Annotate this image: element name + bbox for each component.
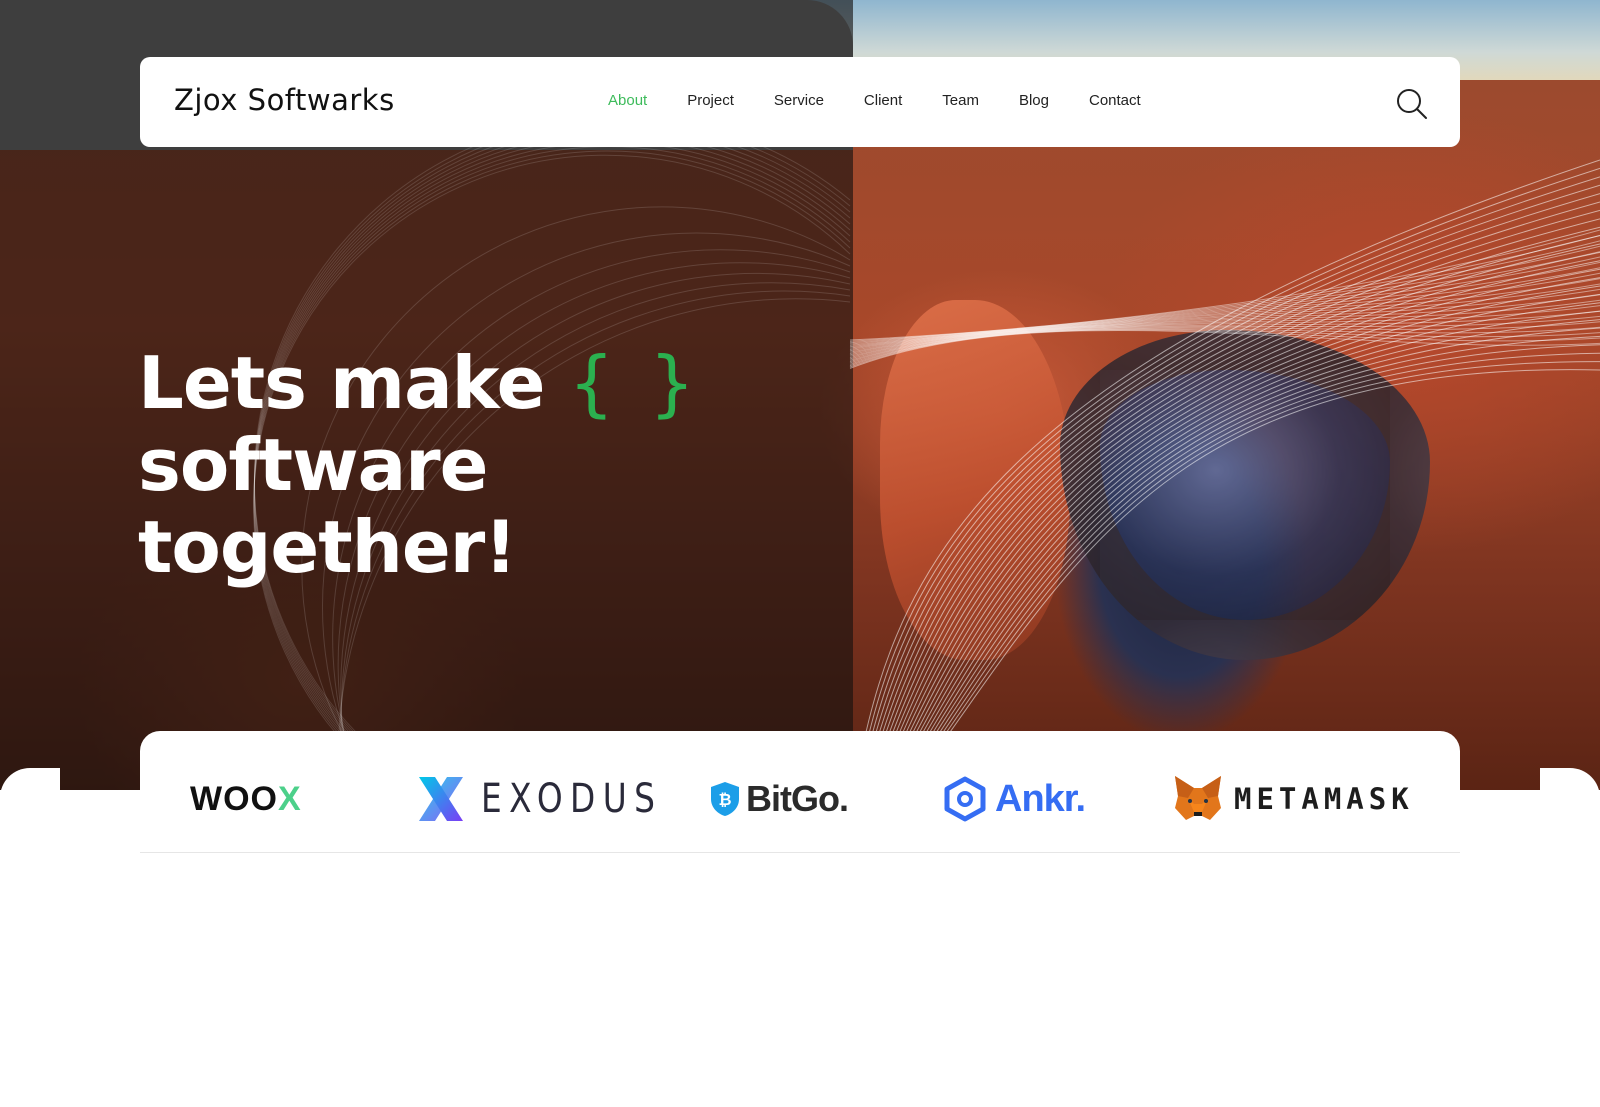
search-icon[interactable] bbox=[1395, 87, 1429, 121]
wave-line bbox=[915, 327, 1600, 761]
bitgo-shield-icon: ₿ bbox=[711, 782, 739, 816]
top-navbar: Zjox Softwarks About Project Service Cli… bbox=[140, 57, 1460, 147]
woox-logo-text: WOOX bbox=[190, 780, 302, 819]
svg-text:₿: ₿ bbox=[718, 790, 731, 809]
exodus-logo[interactable]: EXODUS bbox=[415, 771, 702, 827]
hero-headline-line2: software together! bbox=[138, 423, 517, 589]
wave-line bbox=[904, 293, 1600, 761]
woox-logo-accent: X bbox=[277, 779, 302, 818]
wave-line bbox=[898, 277, 1600, 761]
ankr-hex-icon bbox=[944, 776, 986, 822]
wave-line bbox=[876, 209, 1600, 761]
nav-item-client[interactable]: Client bbox=[864, 92, 902, 109]
bitgo-logo[interactable]: ₿ BitGo. bbox=[710, 771, 849, 827]
nav-item-contact[interactable]: Contact bbox=[1089, 92, 1141, 109]
metamask-fox-icon bbox=[1175, 776, 1221, 820]
hero-headline-line1: Lets make bbox=[138, 341, 545, 425]
nav-item-team[interactable]: Team bbox=[942, 92, 979, 109]
nav-item-blog[interactable]: Blog bbox=[1019, 92, 1049, 109]
nav-item-service[interactable]: Service bbox=[774, 92, 824, 109]
woox-logo-main: WOO bbox=[190, 779, 278, 818]
wave-line bbox=[873, 201, 1600, 761]
bitgo-logo-text: BitGo. bbox=[746, 778, 849, 819]
hero-headline: Lets make { } software together! bbox=[138, 342, 858, 588]
partner-logos-strip: WOOX EXODUS ₿ BitGo. Ankr. METAMASK bbox=[140, 731, 1460, 853]
wave-line bbox=[849, 321, 1600, 364]
nav-item-about[interactable]: About bbox=[608, 92, 647, 109]
brand-logo[interactable]: Zjox Softwarks bbox=[174, 83, 395, 117]
hero-braces: { } bbox=[568, 341, 702, 425]
metamask-logo[interactable]: METAMASK bbox=[1172, 771, 1414, 827]
nav-item-project[interactable]: Project bbox=[687, 92, 734, 109]
woox-logo[interactable]: WOOX bbox=[190, 771, 302, 827]
wave-line bbox=[909, 310, 1600, 761]
ankr-logo[interactable]: Ankr. bbox=[943, 771, 1086, 827]
exodus-x-icon bbox=[419, 777, 463, 821]
wave-line bbox=[849, 283, 1600, 354]
main-nav: About Project Service Client Team Blog C… bbox=[608, 92, 1181, 109]
exodus-logo-text: EXODUS bbox=[481, 776, 663, 822]
ankr-logo-text: Ankr. bbox=[995, 777, 1086, 820]
metamask-logo-text: METAMASK bbox=[1234, 782, 1414, 816]
